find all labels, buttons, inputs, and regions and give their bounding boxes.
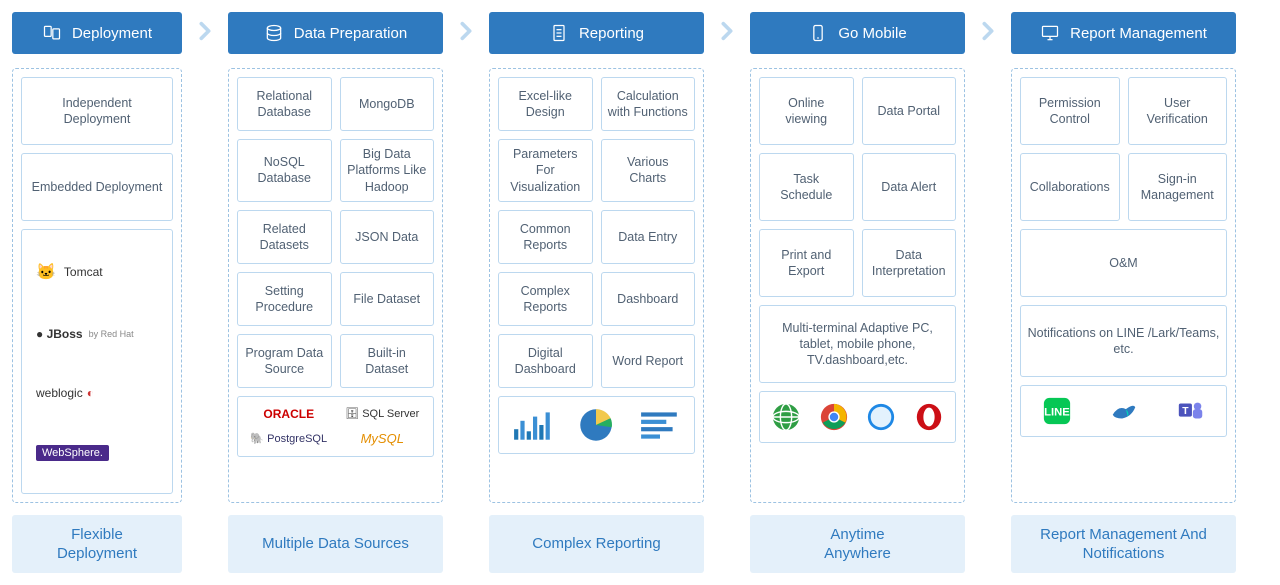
oracle-logo-icon: ORACLE (246, 407, 332, 421)
header-report-management: Report Management (1011, 12, 1236, 54)
svg-text:LINE: LINE (1044, 407, 1070, 419)
header-label: Reporting (579, 25, 644, 42)
card-data-interpretation: Data Interpretation (862, 229, 957, 297)
postgresql-logo-icon: 🐘 PostgreSQL (246, 431, 332, 446)
card-data-alert: Data Alert (862, 153, 957, 221)
column-deployment: Deployment Independent Deployment Embedd… (12, 12, 182, 573)
hbar-chart-icon (639, 407, 681, 443)
footer-reporting: Complex Reporting (489, 515, 704, 573)
card-data-portal: Data Portal (862, 77, 957, 145)
card-nosql: NoSQL Database (237, 139, 332, 202)
footer-deployment: Flexible Deployment (12, 515, 182, 573)
panel-deployment: Independent Deployment Embedded Deployme… (12, 68, 182, 503)
line-icon: LINE (1042, 396, 1072, 426)
card-collaborations: Collaborations (1020, 153, 1120, 221)
card-word-report: Word Report (601, 334, 696, 388)
card-multi-terminal: Multi-terminal Adaptive PC, tablet, mobi… (759, 305, 956, 383)
arrow-1 (182, 12, 228, 42)
card-task-schedule: Task Schedule (759, 153, 854, 221)
mysql-logo-icon: MySQL (340, 431, 426, 446)
footer-report-management: Report Management And Notifications (1011, 515, 1236, 573)
card-independent-deployment: Independent Deployment (21, 77, 173, 145)
column-data-preparation: Data Preparation Relational Database Mon… (228, 12, 443, 573)
websphere-logo-icon: WebSphere. (36, 445, 109, 461)
jboss-logo-icon: ● JBossby Red Hat (36, 327, 134, 341)
lark-icon (1109, 396, 1139, 426)
card-calc-functions: Calculation with Functions (601, 77, 696, 131)
panel-go-mobile: Online viewing Data Portal Task Schedule… (750, 68, 965, 503)
panel-report-management: Permission Control User Verification Col… (1011, 68, 1236, 503)
card-program-data: Program Data Source (237, 334, 332, 388)
card-digital-dashboard: Digital Dashboard (498, 334, 593, 388)
arrow-3 (704, 12, 750, 42)
panel-data-preparation: Relational Database MongoDB NoSQL Databa… (228, 68, 443, 503)
arrow-4 (965, 12, 1011, 42)
card-permission: Permission Control (1020, 77, 1120, 145)
svg-text:T: T (1182, 406, 1189, 417)
mobile-icon (808, 23, 828, 43)
card-mongodb: MongoDB (340, 77, 435, 131)
notification-icons: LINE T (1020, 385, 1227, 437)
arrow-2 (443, 12, 489, 42)
column-go-mobile: Go Mobile Online viewing Data Portal Tas… (750, 12, 965, 573)
deployment-icon (42, 23, 62, 43)
column-report-management: Report Management Permission Control Use… (1011, 12, 1236, 573)
footer-data-preparation: Multiple Data Sources (228, 515, 443, 573)
tomcat-logo-icon: Tomcat (36, 262, 103, 282)
card-user-verification: User Verification (1128, 77, 1228, 145)
column-reporting: Reporting Excel-like Design Calculation … (489, 12, 704, 573)
safari-icon (866, 402, 896, 432)
chrome-icon (819, 402, 849, 432)
card-om: O&M (1020, 229, 1227, 297)
document-icon (549, 23, 569, 43)
sqlserver-logo-icon: 🗄 SQL Server (340, 407, 426, 421)
card-hadoop: Big Data Platforms Like Hadoop (340, 139, 435, 202)
card-related-datasets: Related Datasets (237, 210, 332, 264)
header-go-mobile: Go Mobile (750, 12, 965, 54)
header-label: Data Preparation (294, 25, 407, 42)
header-data-preparation: Data Preparation (228, 12, 443, 54)
card-online-viewing: Online viewing (759, 77, 854, 145)
database-icon (264, 23, 284, 43)
card-builtin-dataset: Built-in Dataset (340, 334, 435, 388)
card-parameters: Parameters For Visualization (498, 139, 593, 202)
card-complex-reports: Complex Reports (498, 272, 593, 326)
opera-icon (914, 402, 944, 432)
header-reporting: Reporting (489, 12, 704, 54)
card-excel-design: Excel-like Design (498, 77, 593, 131)
card-file-dataset: File Dataset (340, 272, 435, 326)
card-various-charts: Various Charts (601, 139, 696, 202)
browser-icons (759, 391, 956, 443)
card-common-reports: Common Reports (498, 210, 593, 264)
db-logos: ORACLE 🗄 SQL Server 🐘 PostgreSQL MySQL (237, 396, 434, 457)
card-signin-mgmt: Sign-in Management (1128, 153, 1228, 221)
footer-go-mobile: Anytime Anywhere (750, 515, 965, 573)
workflow-diagram: Deployment Independent Deployment Embedd… (12, 12, 1268, 573)
card-relational-db: Relational Database (237, 77, 332, 131)
pie-chart-icon (575, 407, 617, 443)
card-json: JSON Data (340, 210, 435, 264)
weblogic-logo-icon: weblogic ◐ (36, 386, 94, 400)
panel-reporting: Excel-like Design Calculation with Funct… (489, 68, 704, 503)
chart-icons (498, 396, 695, 454)
card-setting-procedure: Setting Procedure (237, 272, 332, 326)
card-print-export: Print and Export (759, 229, 854, 297)
header-deployment: Deployment (12, 12, 182, 54)
globe-icon (771, 402, 801, 432)
teams-icon: T (1176, 396, 1206, 426)
header-label: Report Management (1070, 25, 1207, 42)
card-notifications: Notifications on LINE /Lark/Teams, etc. (1020, 305, 1227, 377)
card-embedded-deployment: Embedded Deployment (21, 153, 173, 221)
header-label: Deployment (72, 25, 152, 42)
card-dashboard: Dashboard (601, 272, 696, 326)
bar-chart-icon (512, 407, 554, 443)
header-label: Go Mobile (838, 25, 906, 42)
card-data-entry: Data Entry (601, 210, 696, 264)
server-logos: Tomcat ● JBossby Red Hat weblogic ◐ WebS… (21, 229, 173, 494)
monitor-icon (1040, 23, 1060, 43)
